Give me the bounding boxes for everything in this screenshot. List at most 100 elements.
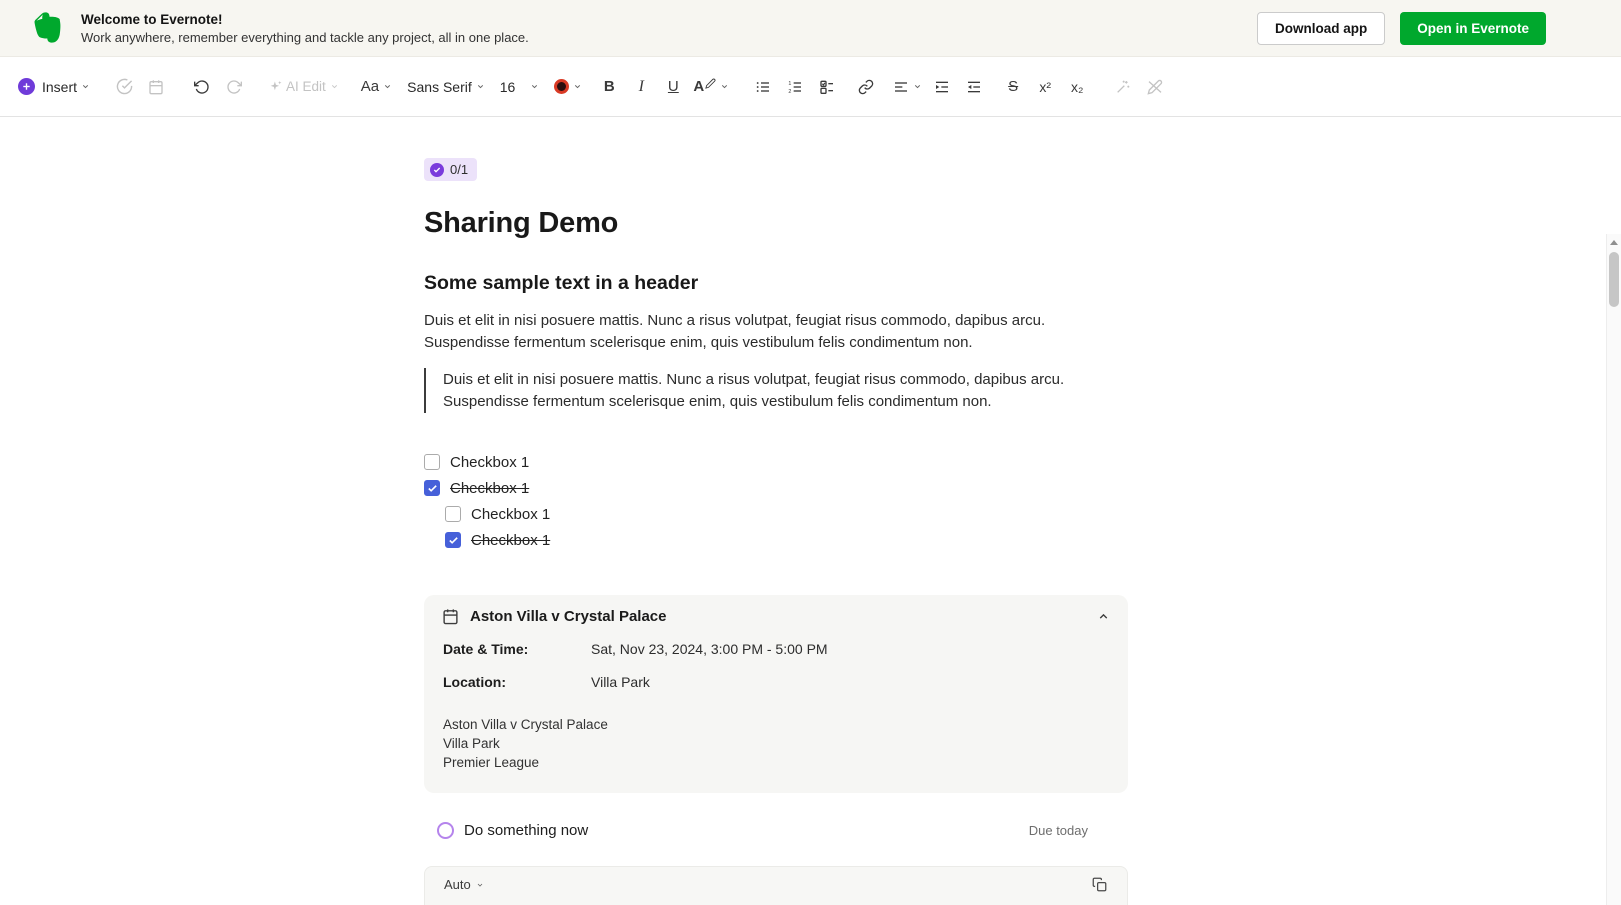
checkbox-unchecked[interactable]: [445, 506, 461, 522]
chevron-down-icon: [575, 85, 581, 89]
location-label: Location:: [443, 674, 506, 690]
progress-check-icon: [430, 162, 444, 177]
event-datetime-row: Date & Time: Sat, Nov 23, 2024, 3:00 PM …: [443, 641, 1108, 657]
formatting-pen-off-icon: [1147, 79, 1163, 95]
chevron-down-icon: [477, 85, 483, 89]
insert-calendar-event-button[interactable]: [141, 71, 171, 103]
event-description-line: Premier League: [443, 755, 540, 770]
align-left-icon: [895, 81, 908, 92]
body-paragraph[interactable]: Duis et elit in nisi posuere mattis. Nun…: [424, 310, 1086, 353]
banner-title: Welcome to Evernote!: [81, 11, 223, 27]
underline-button[interactable]: U: [658, 71, 688, 103]
vertical-scrollbar[interactable]: [1606, 234, 1621, 905]
align-button[interactable]: [890, 71, 925, 103]
italic-button[interactable]: I: [626, 71, 656, 103]
superscript-label: x²: [1039, 78, 1051, 95]
strikethrough-button[interactable]: S: [998, 71, 1028, 103]
font-family-select[interactable]: Sans Serif: [404, 71, 488, 103]
chevron-down-icon: [722, 85, 728, 89]
checkbox-label[interactable]: Checkbox 1: [471, 532, 550, 549]
copy-code-icon[interactable]: [1092, 877, 1107, 892]
open-in-evernote-button[interactable]: Open in Evernote: [1400, 11, 1546, 45]
insert-label: Insert: [42, 78, 78, 95]
event-description-line: Aston Villa v Crystal Palace: [443, 717, 608, 732]
task-check-icon: [116, 78, 132, 95]
numbered-list-button[interactable]: 12: [780, 71, 810, 103]
insert-task-button[interactable]: [109, 71, 139, 103]
event-description: Aston Villa v Crystal Palace Villa Park …: [443, 715, 1108, 772]
ai-sparkle-icon: [270, 81, 282, 91]
redo-button[interactable]: [219, 71, 249, 103]
checklist-item: Checkbox 1: [424, 475, 1128, 501]
text-style-label: Aa: [360, 78, 380, 95]
checkbox-checked[interactable]: [445, 532, 461, 548]
task-complete-toggle[interactable]: [437, 821, 454, 839]
svg-text:1: 1: [789, 81, 792, 87]
numbered-list-icon: 12: [789, 81, 802, 95]
scroll-up-arrow[interactable]: [1610, 240, 1618, 245]
font-color-button[interactable]: [551, 71, 585, 103]
clear-formatting-button[interactable]: [1140, 71, 1170, 103]
note-canvas: 0/1 Sharing Demo Some sample text in a h…: [0, 117, 1621, 905]
evernote-logo-icon: [34, 12, 61, 43]
progress-count: 0/1: [450, 162, 469, 177]
calendar-icon: [443, 609, 458, 625]
checklist-item: Checkbox 1: [445, 501, 1128, 527]
font-size-select[interactable]: 16: [497, 71, 543, 103]
download-app-button[interactable]: Download app: [1256, 11, 1386, 45]
indent-icon: [936, 81, 949, 92]
link-icon: [858, 79, 874, 94]
indent-button[interactable]: [927, 71, 957, 103]
highlight-label: A: [693, 78, 705, 95]
checklist-icon: [820, 80, 834, 94]
blockquote[interactable]: Duis et elit in nisi posuere mattis. Nun…: [424, 368, 1086, 413]
checkbox-unchecked[interactable]: [424, 454, 440, 470]
task-progress-badge[interactable]: 0/1: [424, 158, 478, 181]
checkbox-checked[interactable]: [424, 480, 440, 496]
ai-edit-button[interactable]: AI Edit: [265, 71, 342, 103]
task-due-date[interactable]: Due today: [1029, 823, 1088, 838]
note-title[interactable]: Sharing Demo: [424, 207, 1128, 240]
checklist: Checkbox 1 Checkbox 1 Checkbox 1 Checkbo…: [424, 449, 1128, 553]
event-description-line: Villa Park: [443, 736, 500, 751]
highlight-pen-icon: [705, 78, 716, 89]
svg-text:2: 2: [789, 89, 792, 95]
event-card-header[interactable]: Aston Villa v Crystal Palace: [424, 595, 1128, 635]
task-title[interactable]: Do something now: [464, 822, 588, 839]
highlight-button[interactable]: A: [690, 71, 732, 103]
magic-wand-icon: [1117, 80, 1130, 93]
chevron-down-icon: [385, 85, 391, 89]
magic-format-button[interactable]: [1108, 71, 1138, 103]
insert-menu-button[interactable]: Insert: [15, 71, 93, 103]
event-location-row: Location: Villa Park: [443, 674, 1108, 690]
chevron-down-icon: [331, 85, 337, 89]
datetime-label: Date & Time:: [443, 641, 529, 657]
font-color-swatch: [554, 79, 570, 94]
event-title: Aston Villa v Crystal Palace: [470, 608, 667, 625]
scrollbar-thumb[interactable]: [1609, 252, 1619, 307]
chevron-down-icon: [477, 883, 483, 887]
superscript-button[interactable]: x²: [1030, 71, 1060, 103]
welcome-banner: Welcome to Evernote! Work anywhere, reme…: [0, 0, 1621, 57]
italic-label: I: [638, 77, 644, 95]
subscript-label: x₂: [1070, 78, 1084, 95]
link-button[interactable]: [851, 71, 881, 103]
checkbox-label[interactable]: Checkbox 1: [471, 506, 550, 523]
code-language-select[interactable]: Auto: [444, 877, 484, 892]
checklist-button[interactable]: [812, 71, 842, 103]
checkbox-label[interactable]: Checkbox 1: [450, 454, 529, 471]
checkbox-label[interactable]: Checkbox 1: [450, 480, 529, 497]
section-header[interactable]: Some sample text in a header: [424, 272, 1128, 295]
text-style-button[interactable]: Aa: [358, 71, 395, 103]
editor-toolbar: Insert AI Edit Aa Sans Serif 16 B I U A …: [0, 57, 1621, 117]
undo-button[interactable]: [187, 71, 217, 103]
font-size-value: 16: [499, 78, 516, 95]
outdent-button[interactable]: [959, 71, 989, 103]
checklist-item: Checkbox 1: [424, 449, 1128, 475]
datetime-value: Sat, Nov 23, 2024, 3:00 PM - 5:00 PM: [591, 641, 828, 657]
bold-button[interactable]: B: [594, 71, 624, 103]
subscript-button[interactable]: x₂: [1062, 71, 1092, 103]
banner-subtitle: Work anywhere, remember everything and t…: [81, 29, 529, 45]
bullet-list-button[interactable]: [748, 71, 778, 103]
chevron-up-icon[interactable]: [1097, 610, 1110, 623]
